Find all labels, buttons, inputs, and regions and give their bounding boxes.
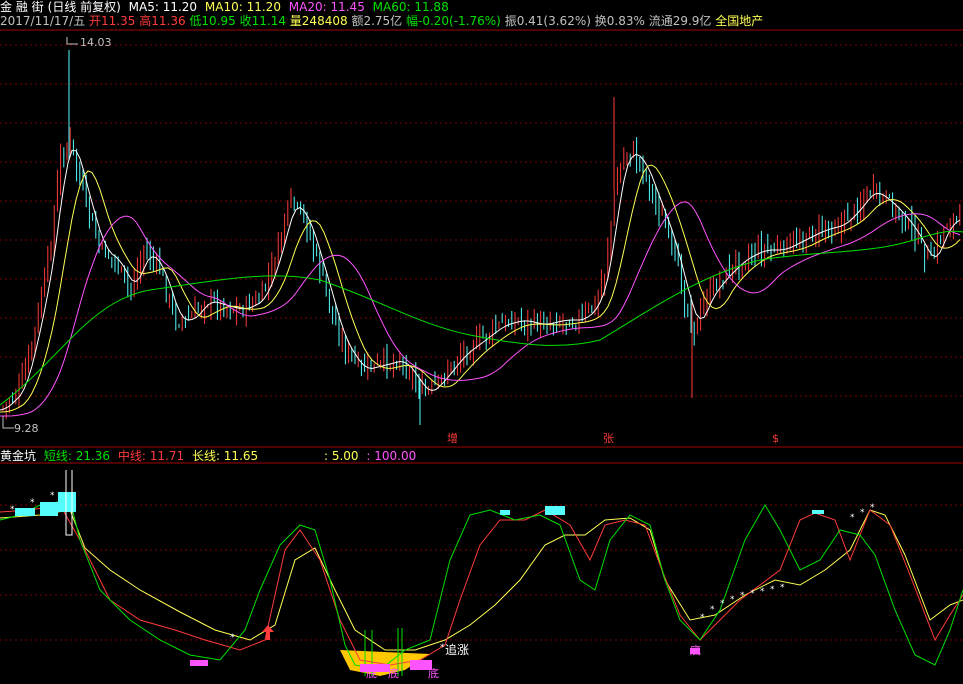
indicator-name: 黄金坑 — [0, 449, 37, 463]
ma10-line — [0, 164, 961, 413]
ma5-line — [0, 149, 961, 411]
star-marker: * — [770, 585, 775, 595]
top-block — [545, 506, 565, 515]
star-marker: * — [720, 599, 725, 609]
signal-zeng: 增 — [447, 432, 458, 445]
chart-area[interactable]: ******** * * * * * ** * * — [0, 0, 963, 684]
star-marker: * — [780, 583, 785, 593]
bottom-label: 底 — [388, 667, 399, 680]
max-marker — [66, 37, 78, 45]
moving-averages — [0, 149, 963, 417]
bottom-label: 底 — [428, 667, 439, 680]
level2-label: : 100.00 — [366, 449, 417, 463]
candlesticks — [2, 37, 961, 429]
chase-rise-label: 追涨 — [445, 643, 470, 657]
star-marker: * — [730, 595, 735, 605]
short-line-label: 短线: 21.36 — [43, 449, 111, 463]
star-marker: * — [700, 613, 705, 623]
top-block — [500, 510, 510, 515]
top-block — [812, 510, 824, 514]
short-line — [0, 499, 963, 671]
top-block — [58, 492, 76, 512]
star-marker: * — [710, 605, 715, 615]
signal-dollar: $ — [772, 432, 779, 445]
star-marker: * — [10, 505, 15, 515]
star-marker: * — [760, 587, 765, 597]
signal-zhang: 张 — [603, 432, 614, 445]
star-marker: * — [860, 508, 865, 518]
long-line — [0, 509, 963, 651]
min-marker — [2, 416, 14, 429]
indicator-lines: ******** * * * * * ** * * — [0, 470, 963, 676]
bottom-label: 底 — [366, 667, 377, 680]
star-marker: * — [850, 513, 855, 523]
bottom-block — [190, 660, 208, 666]
mid-line — [0, 504, 963, 666]
indicator-header: 黄金坑 短线: 21.36 中线: 11.71 长线: 11.65 : 5.00… — [0, 449, 420, 463]
star-marker: * — [750, 589, 755, 599]
top-block — [40, 502, 58, 516]
long-line-label: 长线: 11.65 — [191, 449, 259, 463]
star-marker: * — [30, 498, 35, 508]
grid-lines — [0, 29, 963, 641]
star-marker: * — [230, 633, 235, 643]
top-block — [15, 508, 35, 516]
bottom-label: 底 — [690, 644, 701, 657]
star-marker: * — [50, 491, 55, 501]
max-price-label: 14.03 — [80, 36, 112, 49]
mid-line-label: 中线: 11.71 — [117, 449, 185, 463]
level1-label: : 5.00 — [323, 449, 359, 463]
star-marker: * — [740, 591, 745, 601]
star-marker: * — [870, 503, 875, 513]
min-price-label: 9.28 — [14, 422, 39, 435]
